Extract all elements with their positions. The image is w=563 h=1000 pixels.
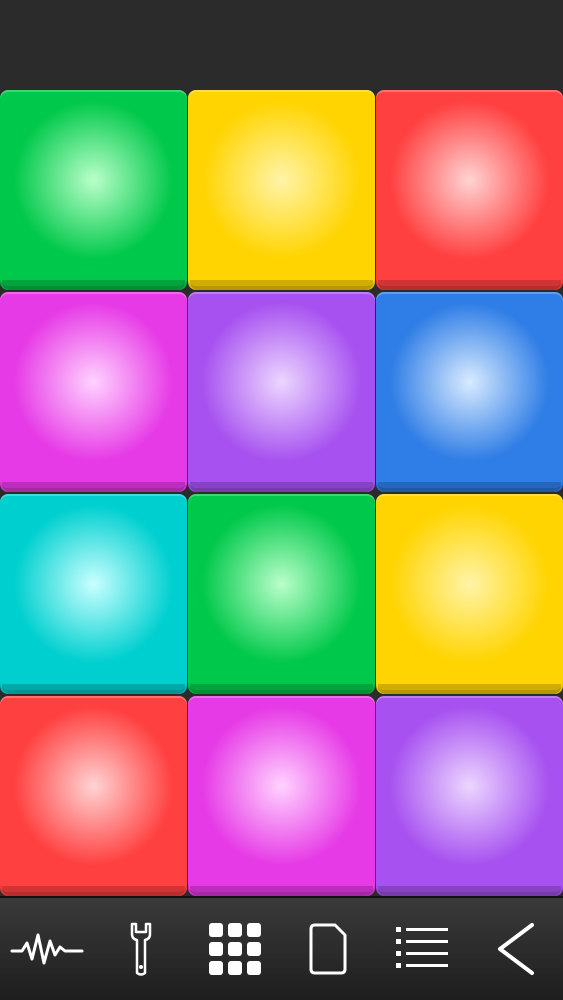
- drum-pad-screen: [0, 0, 563, 1000]
- settings-button[interactable]: [101, 909, 181, 989]
- pad-purple[interactable]: [376, 696, 563, 896]
- pads-button[interactable]: [195, 909, 275, 989]
- pad-cyan[interactable]: [0, 494, 187, 694]
- pad-yellow[interactable]: [376, 494, 563, 694]
- back-button[interactable]: [476, 909, 556, 989]
- pad-green[interactable]: [0, 90, 187, 290]
- pad-grid-icon: [208, 923, 261, 975]
- document-button[interactable]: [288, 909, 368, 989]
- pad-magenta[interactable]: [0, 292, 187, 492]
- bottom-toolbar: [0, 896, 563, 1000]
- pad-yellow[interactable]: [188, 90, 375, 290]
- pad-purple[interactable]: [188, 292, 375, 492]
- back-arrow-icon: [498, 923, 535, 975]
- list-button[interactable]: [382, 909, 462, 989]
- pad-red[interactable]: [376, 90, 563, 290]
- waveform-button[interactable]: [7, 909, 87, 989]
- waveform-icon: [10, 933, 84, 965]
- pad-blue[interactable]: [376, 292, 563, 492]
- pad-red[interactable]: [0, 696, 187, 896]
- list-icon: [396, 927, 449, 968]
- document-icon: [309, 923, 347, 975]
- top-bar: [0, 0, 563, 90]
- pad-magenta[interactable]: [188, 696, 375, 896]
- pad-grid: [0, 90, 563, 896]
- wrench-icon: [130, 922, 151, 976]
- pad-green[interactable]: [188, 494, 375, 694]
